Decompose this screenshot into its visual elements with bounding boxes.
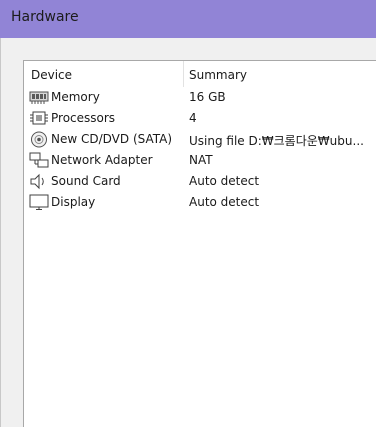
window-title: Hardware	[11, 9, 79, 25]
column-divider[interactable]	[183, 61, 184, 87]
hardware-row-display[interactable]: Display Auto detect	[24, 192, 376, 213]
column-header-device[interactable]: Device	[31, 68, 72, 82]
list-header: Device Summary	[24, 61, 376, 87]
column-header-summary[interactable]: Summary	[189, 68, 247, 82]
device-summary: Auto detect	[189, 174, 260, 188]
titlebar: Hardware	[0, 0, 376, 38]
device-name: New CD/DVD (SATA)	[51, 132, 173, 146]
device-summary: NAT	[189, 153, 213, 167]
device-summary: 16 GB	[189, 90, 226, 104]
display-icon	[29, 194, 49, 211]
hardware-row-memory[interactable]: Memory 16 GB	[24, 87, 376, 108]
sound-card-icon	[29, 173, 49, 190]
memory-icon	[29, 89, 49, 106]
device-summary: Auto detect	[189, 195, 260, 209]
device-summary: Using file D:₩크롬다운₩ubu...	[189, 134, 364, 148]
device-name: Display	[51, 195, 96, 209]
device-name: Network Adapter	[51, 153, 153, 167]
hardware-row-cd-dvd[interactable]: New CD/DVD (SATA) Using file D:₩크롬다운₩ubu…	[24, 129, 376, 150]
processor-icon	[29, 110, 49, 127]
device-name: Processors	[51, 111, 116, 125]
hardware-row-sound-card[interactable]: Sound Card Auto detect	[24, 171, 376, 192]
network-adapter-icon	[29, 152, 49, 169]
hardware-row-processors[interactable]: Processors 4	[24, 108, 376, 129]
device-summary: 4	[189, 111, 197, 125]
device-name: Memory	[51, 90, 100, 104]
hardware-row-network-adapter[interactable]: Network Adapter NAT	[24, 150, 376, 171]
device-name: Sound Card	[51, 174, 121, 188]
cd-dvd-icon	[29, 131, 49, 148]
hardware-list[interactable]: Device Summary Memory 16 GB Processors 4…	[23, 60, 376, 427]
